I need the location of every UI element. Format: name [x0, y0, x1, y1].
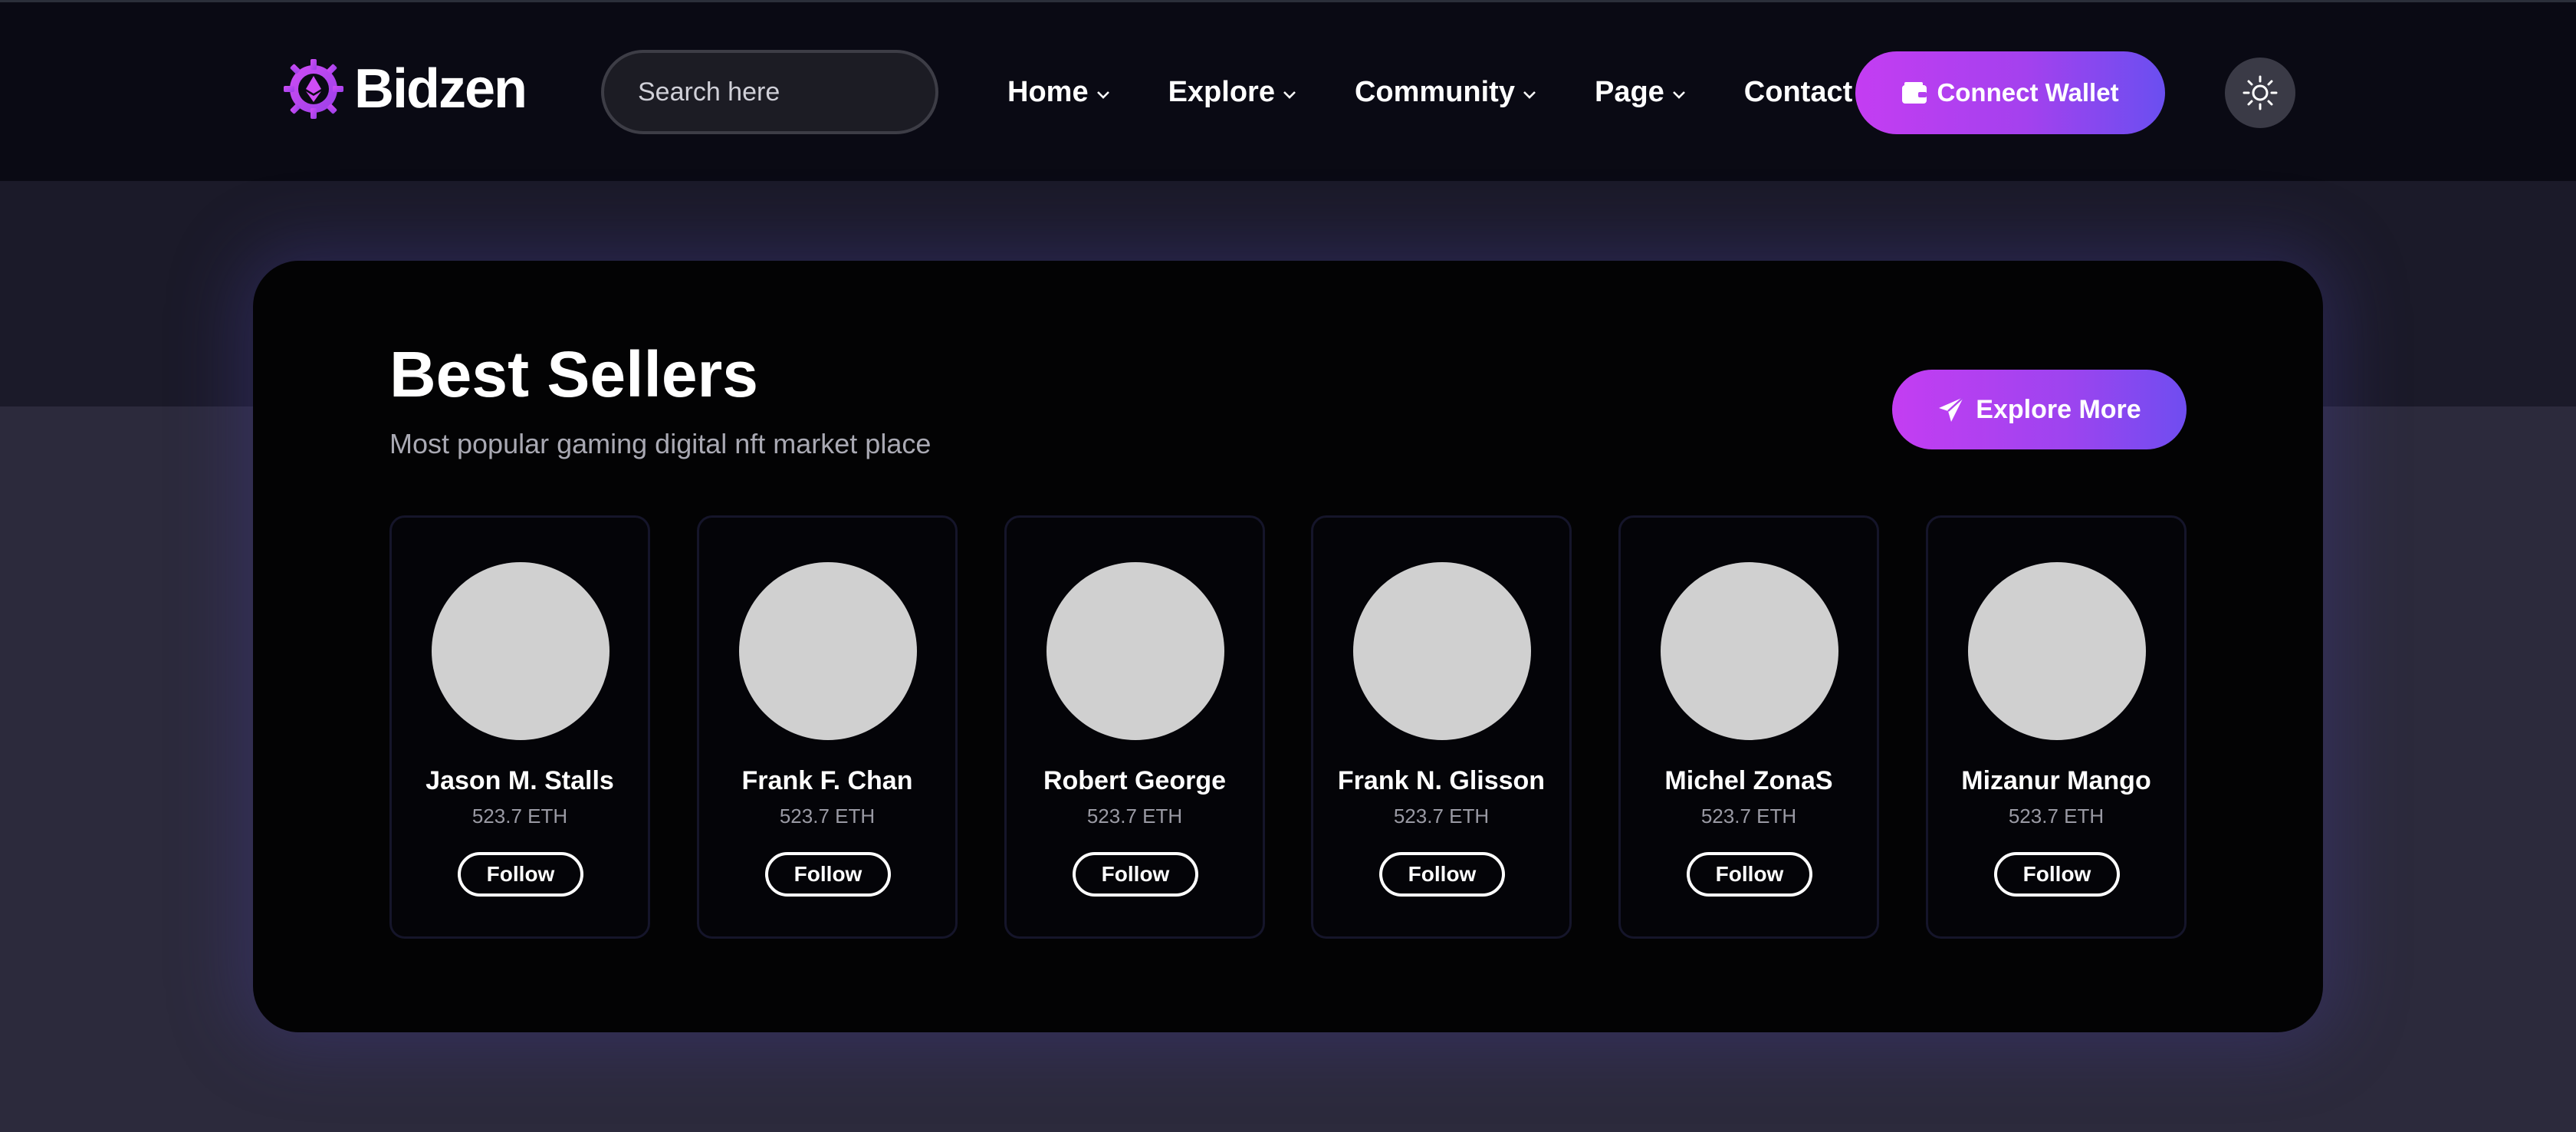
avatar[interactable]: [1968, 562, 2146, 740]
nav-page-label: Page: [1594, 75, 1664, 108]
connect-wallet-label: Connect Wallet: [1937, 78, 2119, 107]
section-title: Best Sellers: [389, 338, 758, 410]
seller-list: Jason M. Stalls 523.7 ETH Follow Frank F…: [389, 515, 2187, 939]
theme-toggle[interactable]: [2225, 58, 2295, 128]
seller-name[interactable]: Michel ZonaS: [1621, 766, 1877, 796]
chevron-down-icon: [1523, 91, 1536, 99]
brand-logo[interactable]: Bidzen: [282, 58, 527, 120]
nav-page[interactable]: Page: [1595, 67, 1687, 117]
wallet-icon: [1902, 82, 1927, 104]
paper-plane-icon: [1939, 397, 1965, 422]
connect-wallet-button[interactable]: Connect Wallet: [1855, 51, 2165, 134]
seller-card: Jason M. Stalls 523.7 ETH Follow: [389, 515, 650, 939]
search-box: [601, 50, 978, 134]
seller-name[interactable]: Jason M. Stalls: [392, 766, 648, 796]
search-input[interactable]: [638, 77, 978, 107]
avatar[interactable]: [1046, 562, 1224, 740]
main-nav: Home Explore Community Page Contact: [1007, 67, 1875, 117]
follow-button[interactable]: Follow: [1687, 852, 1812, 897]
brand-name: Bidzen: [354, 58, 527, 120]
page: Bidzen Home Explore Community P: [0, 0, 2576, 1132]
seller-card: Frank N. Glisson 523.7 ETH Follow: [1311, 515, 1572, 939]
seller-volume: 523.7 ETH: [1700, 805, 1797, 828]
chevron-down-icon: [1096, 91, 1109, 99]
seller-card: Michel ZonaS 523.7 ETH Follow: [1618, 515, 1879, 939]
seller-volume: 523.7 ETH: [2008, 805, 2104, 828]
seller-volume: 523.7 ETH: [472, 805, 568, 828]
best-sellers-section: Best Sellers Most popular gaming digital…: [253, 261, 2323, 1032]
logo-icon: [284, 59, 343, 119]
avatar[interactable]: [432, 562, 610, 740]
nav-community-label: Community: [1354, 75, 1515, 108]
nav-explore-label: Explore: [1168, 75, 1275, 108]
explore-more-button[interactable]: Explore More: [1892, 370, 2187, 449]
nav-home[interactable]: Home: [1007, 67, 1112, 117]
nav-home-label: Home: [1007, 75, 1089, 108]
seller-card: Frank F. Chan 523.7 ETH Follow: [697, 515, 958, 939]
seller-volume: 523.7 ETH: [1086, 805, 1183, 828]
avatar[interactable]: [1661, 562, 1838, 740]
seller-card: Mizanur Mango 523.7 ETH Follow: [1926, 515, 2187, 939]
avatar[interactable]: [739, 562, 917, 740]
chevron-down-icon: [1283, 91, 1296, 99]
section-subtitle: Most popular gaming digital nft market p…: [389, 428, 932, 459]
seller-name[interactable]: Frank N. Glisson: [1313, 766, 1569, 796]
seller-name[interactable]: Robert George: [1007, 766, 1263, 796]
nav-contact-label: Contact: [1743, 75, 1853, 108]
follow-button[interactable]: Follow: [1073, 852, 1198, 897]
avatar[interactable]: [1353, 562, 1531, 740]
seller-name[interactable]: Mizanur Mango: [1928, 766, 2184, 796]
seller-name[interactable]: Frank F. Chan: [699, 766, 955, 796]
follow-button[interactable]: Follow: [458, 852, 583, 897]
seller-card: Robert George 523.7 ETH Follow: [1004, 515, 1265, 939]
explore-more-label: Explore More: [1976, 394, 2141, 424]
nav-explore[interactable]: Explore: [1168, 67, 1298, 117]
follow-button[interactable]: Follow: [1994, 852, 2120, 897]
site-header: Bidzen Home Explore Community P: [0, 0, 2576, 181]
seller-volume: 523.7 ETH: [1393, 805, 1490, 828]
sun-icon: [2242, 75, 2278, 110]
nav-community[interactable]: Community: [1355, 67, 1538, 117]
follow-button[interactable]: Follow: [765, 852, 891, 897]
follow-button[interactable]: Follow: [1379, 852, 1505, 897]
chevron-down-icon: [1672, 91, 1685, 99]
seller-volume: 523.7 ETH: [779, 805, 876, 828]
